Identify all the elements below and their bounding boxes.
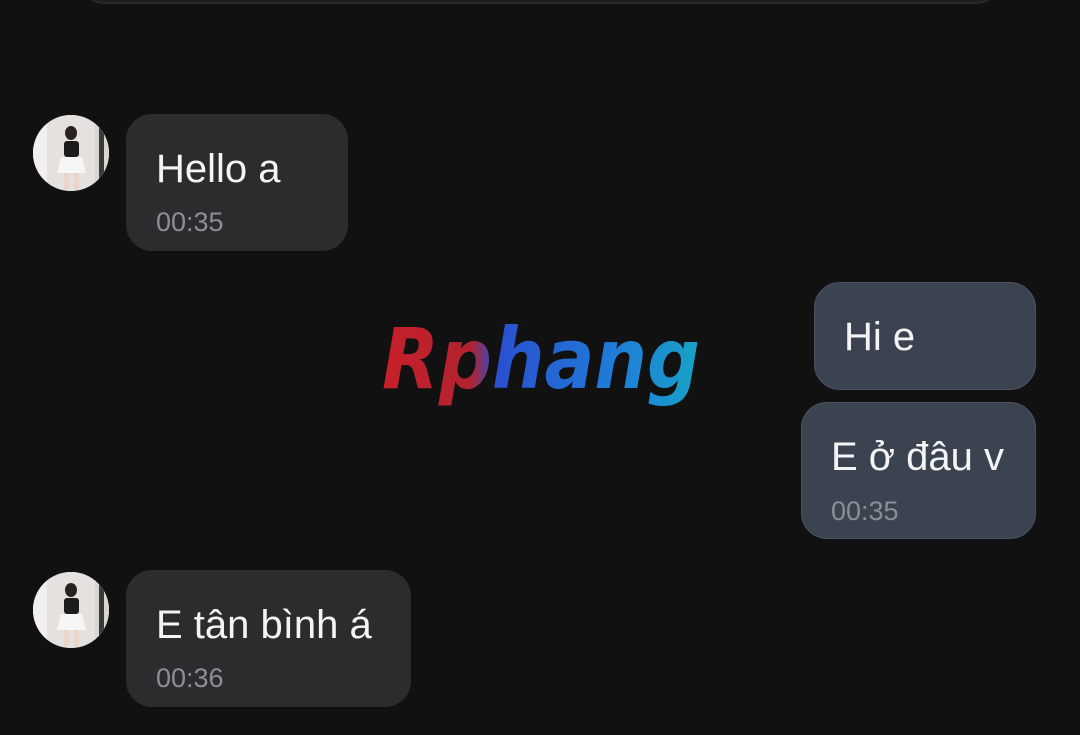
message-timestamp: 00:36 <box>156 663 224 693</box>
message-text: E ở đâu v <box>831 435 1004 479</box>
message-timestamp: 00:35 <box>156 207 224 237</box>
contact-avatar-icon <box>33 572 109 648</box>
contact-avatar[interactable] <box>33 572 109 648</box>
message-timestamp: 00:35 <box>831 496 899 526</box>
chat-thread[interactable]: Hello a 00:35 Hi e E ở đâu v 00:35 Rphan… <box>0 0 1080 735</box>
outgoing-message-bubble[interactable]: Hi e <box>814 282 1036 390</box>
contact-avatar[interactable] <box>33 115 109 191</box>
rphang-watermark-logo: Rphang <box>382 318 700 408</box>
message-text: Hello a <box>156 147 281 191</box>
message-text: Hi e <box>844 315 916 359</box>
incoming-message-bubble[interactable]: E tân bình á 00:36 <box>126 570 411 707</box>
previous-message-bubble-edge[interactable] <box>78 0 1002 4</box>
incoming-message-bubble[interactable]: Hello a 00:35 <box>126 114 348 251</box>
contact-avatar-icon <box>33 115 109 191</box>
message-text: E tân bình á <box>156 603 372 647</box>
outgoing-message-bubble[interactable]: E ở đâu v 00:35 <box>801 402 1036 539</box>
watermark-text: Rphang <box>382 318 700 408</box>
